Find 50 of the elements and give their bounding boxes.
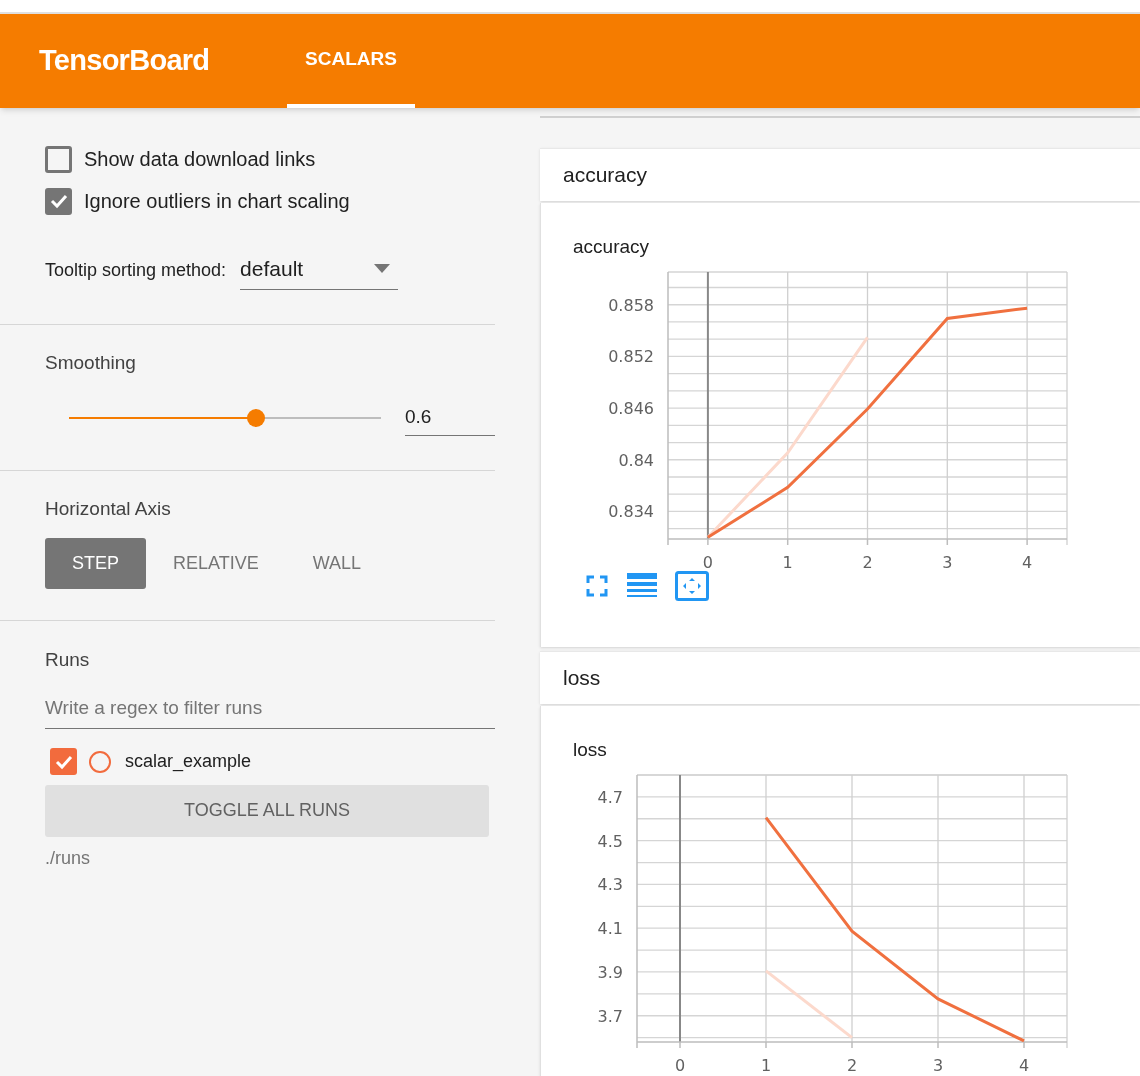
y-tick-label: 0.858	[608, 295, 654, 315]
toggle-all-runs-button[interactable]: TOGGLE ALL RUNS	[45, 784, 489, 837]
y-tick-label: 0.846	[608, 398, 654, 418]
stacked-lines-icon[interactable]	[627, 572, 657, 599]
run-filter-field[interactable]: Write a regex to filter runs	[45, 688, 495, 729]
y-tick-label: 4.1	[597, 919, 623, 939]
y-tick-label: 3.9	[597, 962, 623, 982]
x-tick-label: 0	[674, 1056, 686, 1075]
dropdown-arrow-icon	[374, 264, 391, 273]
fit-domain-icon[interactable]	[675, 570, 709, 601]
section-title: Runs	[45, 648, 91, 672]
x-tick-label: 3	[932, 1056, 944, 1075]
smoothing-value-field[interactable]: 0.6	[405, 399, 495, 436]
y-tick-label: 4.7	[597, 787, 623, 807]
option-label: Ignore outliers in chart scaling	[84, 189, 350, 214]
card-title: accuracy	[563, 162, 648, 188]
checkbox[interactable]	[45, 187, 72, 215]
field-label: Tooltip sorting method:	[45, 258, 227, 282]
chart-title: loss	[572, 738, 608, 762]
x-tick-label: 1	[782, 552, 793, 572]
slider-thumb[interactable]	[247, 408, 266, 427]
x-tick-label: 3	[942, 552, 953, 572]
x-tick-label: 4	[1018, 1056, 1030, 1075]
x-tick-label: 4	[1022, 552, 1033, 572]
x-tick-label: 2	[846, 1056, 858, 1075]
section-title: Horizontal Axis	[45, 496, 172, 521]
slider-track[interactable]	[69, 416, 381, 419]
section-title: Smoothing	[45, 351, 137, 375]
axis-option-button[interactable]: WALL	[285, 538, 389, 589]
run-directory: ./runs	[45, 846, 92, 870]
checkbox[interactable]	[50, 748, 77, 775]
sort-dropdown[interactable]: default	[240, 250, 399, 290]
y-tick-label: 3.7	[597, 1006, 623, 1026]
option-label: Show data download links	[84, 147, 316, 172]
y-tick-label: 4.3	[597, 875, 623, 895]
y-tick-label: 0.834	[608, 502, 654, 522]
fullscreen-icon[interactable]	[585, 573, 609, 598]
x-tick-label: 1	[760, 1056, 772, 1075]
axis-option-button[interactable]: STEP	[45, 538, 146, 589]
y-tick-label: 0.852	[608, 347, 654, 367]
y-tick-label: 0.84	[618, 450, 654, 470]
x-tick-label: 2	[862, 552, 873, 572]
axis-option-button[interactable]: RELATIVE	[146, 538, 286, 589]
y-tick-label: 4.5	[597, 831, 623, 851]
checkbox[interactable]	[45, 145, 72, 173]
card-title: loss	[563, 665, 601, 692]
run-name: scalar_example	[125, 750, 252, 774]
x-tick-label: 0	[702, 552, 713, 572]
chart-title: accuracy	[572, 234, 651, 259]
app-title: TensorBoard	[39, 43, 210, 79]
